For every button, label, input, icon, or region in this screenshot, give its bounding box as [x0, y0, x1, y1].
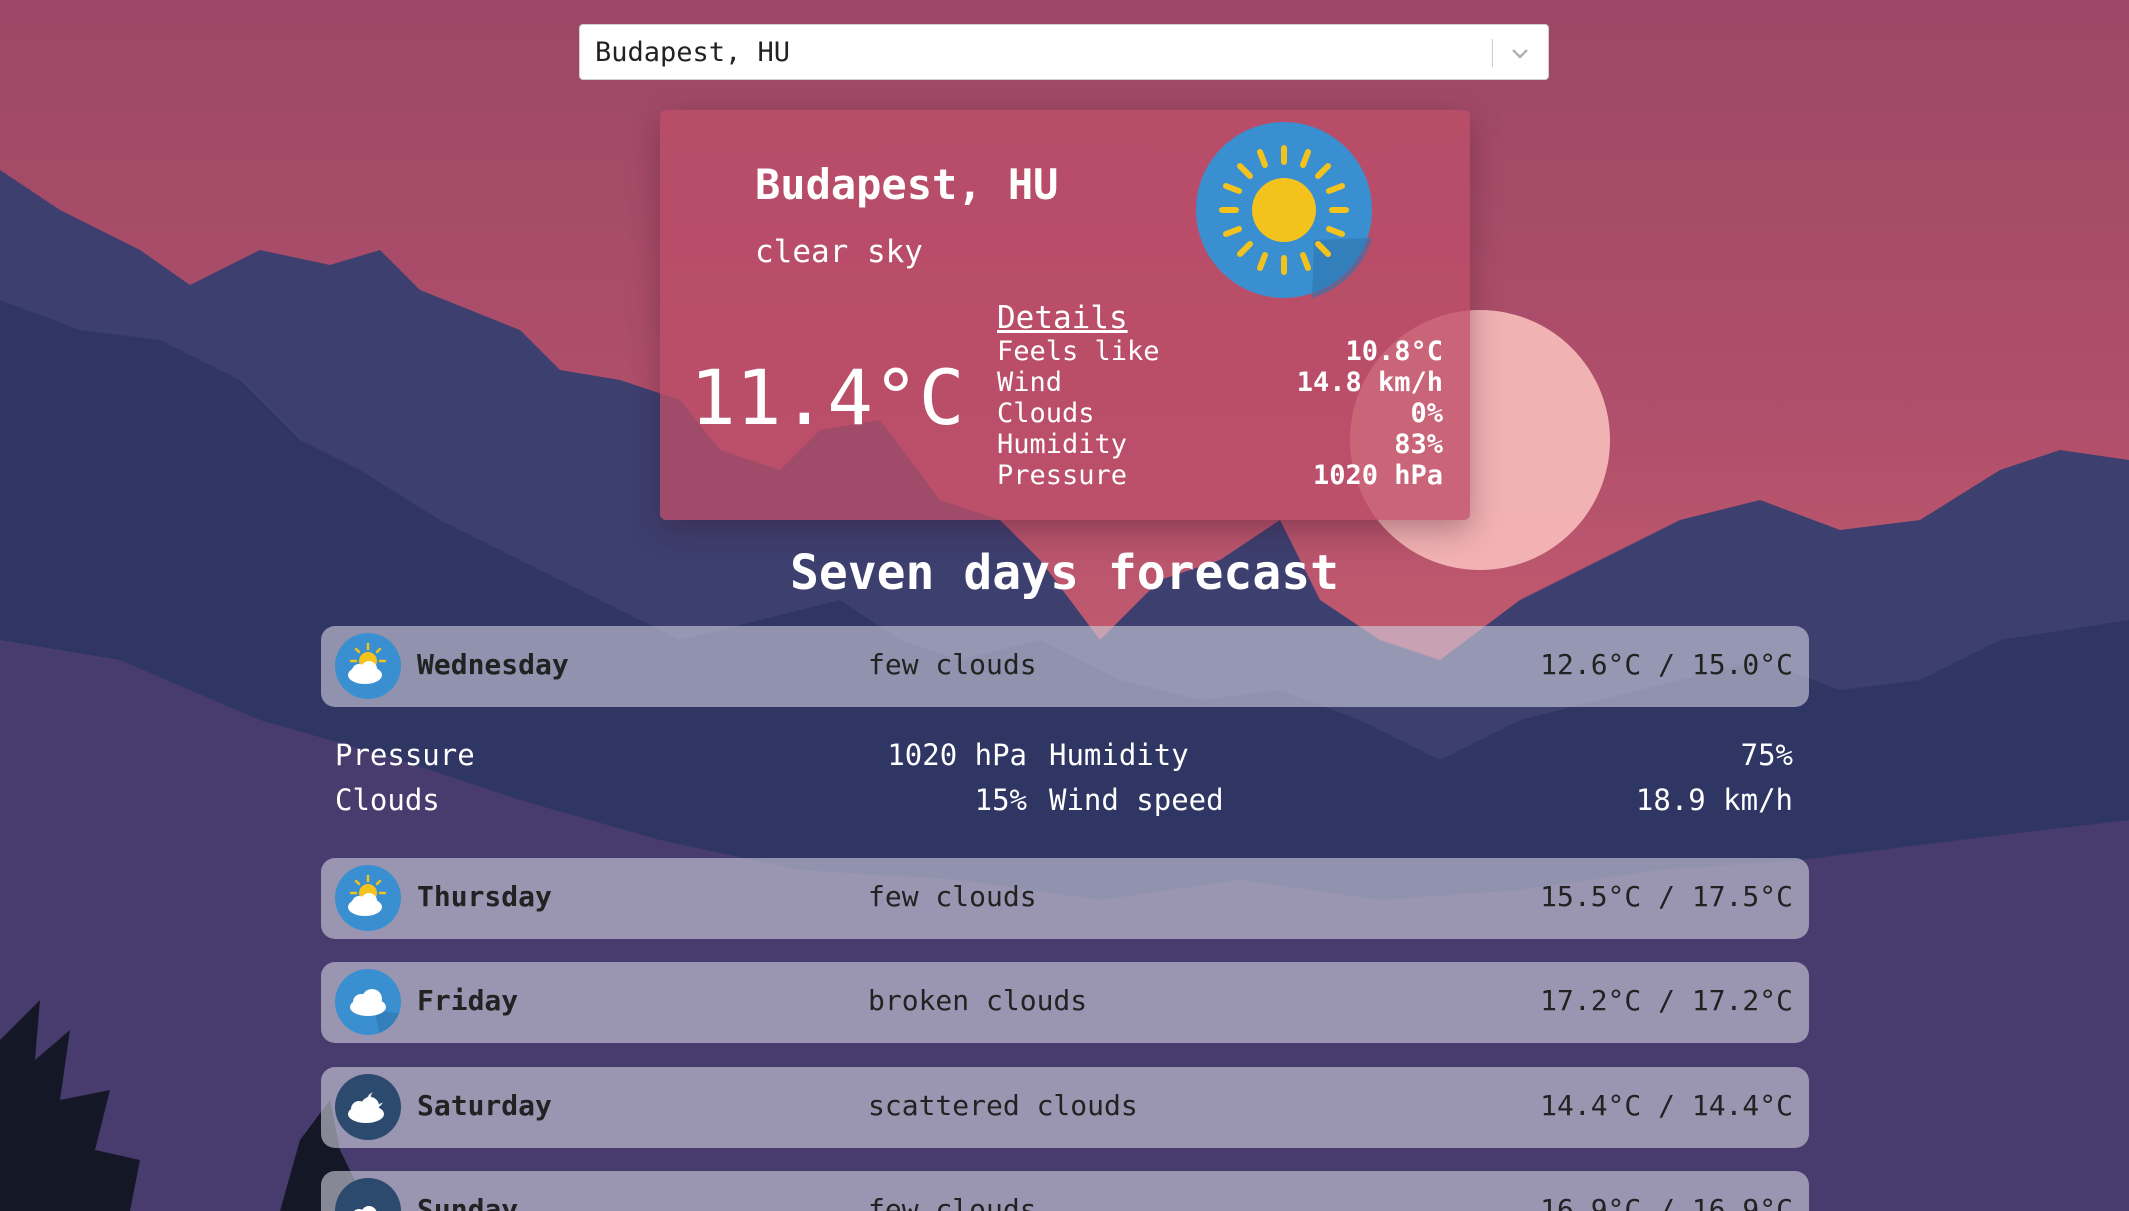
- detail-row: Feels like 10.8°C: [997, 336, 1443, 367]
- humidity-label: Humidity: [1049, 738, 1189, 772]
- forecast-row-sunday[interactable]: Sunday few clouds 16.9°C / 16.9°C: [321, 1171, 1809, 1211]
- sun-cloud-icon: [335, 1178, 401, 1211]
- forecast-temperature: 17.2°C / 17.2°C: [1540, 984, 1793, 1017]
- detail-label: Pressure: [997, 460, 1128, 491]
- detail-value: 83%: [1394, 429, 1443, 460]
- detail-row: Humidity 83%: [997, 429, 1443, 460]
- detail-value: 0%: [1410, 398, 1443, 429]
- expanded-row: Clouds 15% Wind speed 18.9 km/h: [335, 783, 1793, 828]
- expanded-clouds: Clouds 15%: [335, 783, 1027, 828]
- pressure-value: 1020 hPa: [887, 738, 1027, 772]
- detail-row: Pressure 1020 hPa: [997, 460, 1443, 491]
- moon-cloud-icon: [335, 1074, 401, 1140]
- forecast-description: scattered clouds: [868, 1089, 1138, 1122]
- forecast-row-wednesday[interactable]: Wednesday few clouds 12.6°C / 15.0°C: [321, 626, 1809, 707]
- forecast-temperature: 14.4°C / 14.4°C: [1540, 1089, 1793, 1122]
- details-title: Details: [997, 300, 1128, 336]
- detail-row: Wind 14.8 km/h: [997, 367, 1443, 398]
- forecast-heading: Seven days forecast: [789, 545, 1340, 601]
- clouds-label: Clouds: [335, 783, 440, 817]
- sun-icon: [1196, 122, 1372, 298]
- expanded-wind: Wind speed 18.9 km/h: [1049, 783, 1793, 828]
- current-weather-card: Budapest, HU clear sky 11.4°C Details Fe…: [660, 110, 1470, 520]
- forecast-description: broken clouds: [868, 984, 1088, 1017]
- forecast-row-friday[interactable]: Friday broken clouds 17.2°C / 17.2°C: [321, 962, 1809, 1043]
- humidity-value: 75%: [1740, 738, 1793, 772]
- detail-label: Clouds: [997, 398, 1095, 429]
- forecast-description: few clouds: [868, 1193, 1037, 1211]
- sun-cloud-icon: [335, 865, 401, 931]
- location-select-value[interactable]: Budapest, HU: [595, 37, 790, 68]
- forecast-expanded-details: Pressure 1020 hPa Humidity 75% Clouds 15…: [335, 738, 1793, 828]
- forecast-day: Thursday: [417, 880, 552, 913]
- current-city: Budapest, HU: [755, 160, 1059, 209]
- forecast-day: Wednesday: [417, 648, 569, 681]
- forecast-description: few clouds: [868, 648, 1037, 681]
- current-temperature: 11.4°C: [690, 353, 965, 442]
- forecast-description: few clouds: [868, 880, 1037, 913]
- forecast-temperature: 16.9°C / 16.9°C: [1540, 1193, 1793, 1211]
- sun-cloud-icon: [335, 633, 401, 699]
- expanded-row: Pressure 1020 hPa Humidity 75%: [335, 738, 1793, 783]
- forecast-day: Sunday: [417, 1193, 519, 1211]
- detail-label: Humidity: [997, 429, 1128, 460]
- wind-label: Wind speed: [1049, 783, 1224, 817]
- clouds-value: 15%: [974, 783, 1027, 817]
- forecast-day: Friday: [417, 984, 519, 1017]
- detail-value: 1020 hPa: [1312, 460, 1443, 491]
- forecast-temperature: 12.6°C / 15.0°C: [1540, 648, 1793, 681]
- location-select[interactable]: Budapest, HU: [579, 24, 1549, 80]
- select-separator: [1492, 39, 1493, 67]
- cloud-icon: [335, 969, 401, 1035]
- chevron-down-icon[interactable]: [1508, 41, 1532, 65]
- forecast-temperature: 15.5°C / 17.5°C: [1540, 880, 1793, 913]
- wind-value: 18.9 km/h: [1635, 783, 1793, 817]
- forecast-day: Saturday: [417, 1089, 552, 1122]
- app-background: Budapest, HU Budapest, HU clear sky 11.4…: [0, 0, 2129, 1211]
- detail-row: Clouds 0%: [997, 398, 1443, 429]
- detail-value: 10.8°C: [1345, 336, 1443, 367]
- forecast-row-saturday[interactable]: Saturday scattered clouds 14.4°C / 14.4°…: [321, 1067, 1809, 1148]
- detail-label: Feels like: [997, 336, 1160, 367]
- expanded-pressure: Pressure 1020 hPa: [335, 738, 1027, 783]
- expanded-humidity: Humidity 75%: [1049, 738, 1793, 783]
- forecast-row-thursday[interactable]: Thursday few clouds 15.5°C / 17.5°C: [321, 858, 1809, 939]
- detail-value: 14.8 km/h: [1296, 367, 1443, 398]
- details-panel: Details Feels like 10.8°C Wind 14.8 km/h…: [997, 300, 1443, 491]
- pressure-label: Pressure: [335, 738, 475, 772]
- current-description: clear sky: [755, 234, 923, 270]
- detail-label: Wind: [997, 367, 1063, 398]
